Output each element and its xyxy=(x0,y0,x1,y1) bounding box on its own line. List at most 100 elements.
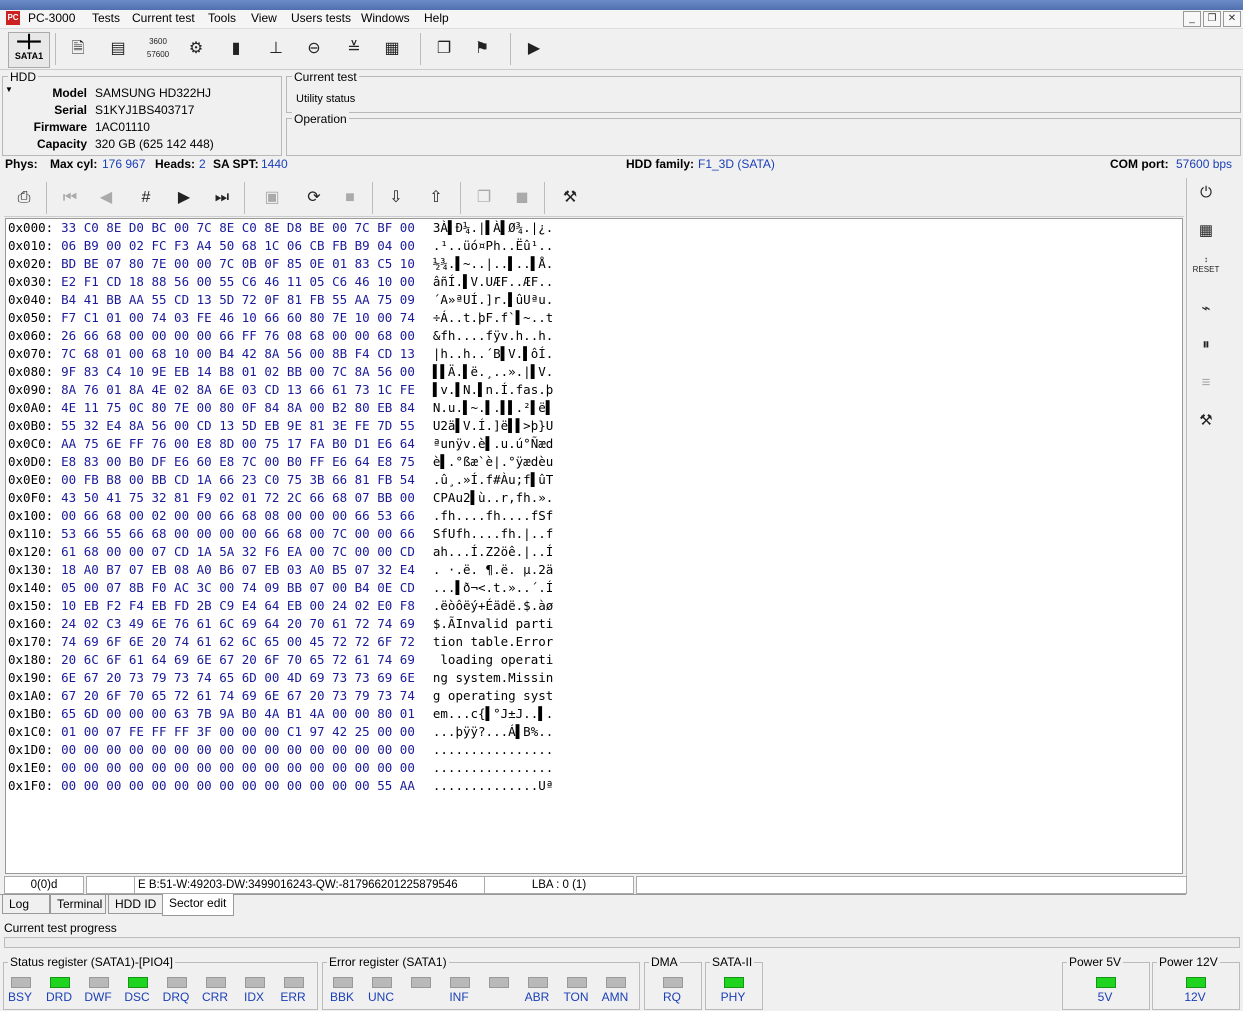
hex-row[interactable]: 0x090: 8A 76 01 8A 4E 02 8A 6E 03 CD 13 6… xyxy=(8,382,553,400)
hex-ascii[interactable]: è▌.°ßæ`è|.°ÿædèu xyxy=(433,454,553,469)
hex-row[interactable]: 0x030: E2 F1 CD 18 88 56 00 55 C6 46 11 0… xyxy=(8,274,553,292)
hex-bytes[interactable]: 4E 11 75 0C 80 7E 00 80 0F 84 8A 00 B2 8… xyxy=(61,400,415,415)
hex-bytes[interactable]: 7C 68 01 00 68 10 00 B4 42 8A 56 00 8B F… xyxy=(61,346,415,361)
hex-ascii[interactable]: ...þÿÿ?...Á▌B%.. xyxy=(433,724,553,739)
toolbar-more-arrow-icon[interactable]: ▶ xyxy=(520,35,548,63)
hex-bytes[interactable]: 06 B9 00 02 FC F3 A4 50 68 1C 06 CB FB B… xyxy=(61,238,415,253)
hex-row[interactable]: 0x1A0: 67 20 6F 70 65 72 61 74 69 6E 67 2… xyxy=(8,688,553,706)
baud-rate-icon[interactable]: 3600 57600 xyxy=(144,35,172,63)
sata-port-button[interactable]: ━╋━ SATA1 xyxy=(8,32,50,68)
hex-row[interactable]: 0x040: B4 41 BB AA 55 CD 13 5D 72 0F 81 F… xyxy=(8,292,553,310)
hex-bytes[interactable]: 01 00 07 FE FF FF 3F 00 00 00 C1 97 42 2… xyxy=(61,724,415,739)
hex-row[interactable]: 0x190: 6E 67 20 73 79 73 74 65 6D 00 4D 6… xyxy=(8,670,553,688)
hex-row[interactable]: 0x1B0: 65 6D 00 00 00 63 7B 9A B0 4A B1 4… xyxy=(8,706,553,724)
hex-bytes[interactable]: 65 6D 00 00 00 63 7B 9A B0 4A B1 4A 00 0… xyxy=(61,706,415,721)
hex-bytes[interactable]: E2 F1 CD 18 88 56 00 55 C6 46 11 05 C6 4… xyxy=(61,274,415,289)
save-disk-icon[interactable]: ▣ xyxy=(258,184,286,212)
power-toggle-icon[interactable]: ⏻ xyxy=(1192,180,1220,206)
hex-bytes[interactable]: 8A 76 01 8A 4E 02 8A 6E 03 CD 13 66 61 7… xyxy=(61,382,415,397)
pause-icon[interactable]: ⏸ xyxy=(1192,332,1220,358)
goto-sector-icon[interactable]: # xyxy=(132,184,160,212)
copy-icon[interactable]: ❐ xyxy=(470,184,498,212)
document-icon[interactable]: 🗎 xyxy=(64,35,92,63)
disk-read-icon[interactable]: ⊖ xyxy=(300,35,328,63)
next-sector-icon[interactable]: ▶ xyxy=(170,184,198,212)
restore-button[interactable]: ❐ xyxy=(1203,11,1221,27)
hex-row[interactable]: 0x110: 53 66 55 66 68 00 00 00 00 66 68 0… xyxy=(8,526,553,544)
hex-row[interactable]: 0x0F0: 43 50 41 75 32 81 F9 02 01 72 2C 6… xyxy=(8,490,553,508)
hex-row[interactable]: 0x1C0: 01 00 07 FE FF FF 3F 00 00 00 C1 9… xyxy=(8,724,553,742)
hex-ascii[interactable]: ................ xyxy=(433,760,553,775)
hex-bytes[interactable]: 00 00 00 00 00 00 00 00 00 00 00 00 00 0… xyxy=(61,742,415,757)
hex-ascii[interactable]: .fh....fh....fSf xyxy=(433,508,553,523)
minimize-button[interactable]: _ xyxy=(1183,11,1201,27)
side-tools-icon[interactable]: ⚒ xyxy=(1192,408,1220,434)
tools-icon[interactable]: ⚒ xyxy=(556,184,584,212)
tab-terminal[interactable]: Terminal xyxy=(50,895,106,914)
board-icon[interactable]: ▦ xyxy=(1192,218,1220,244)
menu-users-tests[interactable]: Users tests xyxy=(291,11,351,25)
hex-row[interactable]: 0x0A0: 4E 11 75 0C 80 7E 00 80 0F 84 8A 0… xyxy=(8,400,553,418)
hex-ascii[interactable]: CPAu2▌ù..r,fh.». xyxy=(433,490,553,505)
hex-bytes[interactable]: 55 32 E4 8A 56 00 CD 13 5D EB 9E 81 3E F… xyxy=(61,418,415,433)
hex-row[interactable]: 0x020: BD BE 07 80 7E 00 00 7C 0B 0F 85 0… xyxy=(8,256,553,274)
hex-ascii[interactable]: em...c{▌°J±J..▌. xyxy=(433,706,553,721)
hex-ascii[interactable]: SfUfh....fh.|..f xyxy=(433,526,553,541)
stop-icon[interactable]: ■ xyxy=(336,184,364,212)
hex-editor[interactable]: 0x000: 33 C0 8E D0 BC 00 7C 8E C0 8E D8 B… xyxy=(5,218,1183,874)
hex-bytes[interactable]: 6E 67 20 73 79 73 74 65 6D 00 4D 69 73 7… xyxy=(61,670,415,685)
hex-ascii[interactable]: ÷Á..t.þF.f`▌~..t xyxy=(433,310,553,325)
hex-ascii[interactable]: tion table.Error xyxy=(433,634,553,649)
tab-log[interactable]: Log xyxy=(2,895,50,914)
hex-bytes[interactable]: 00 FB B8 00 BB CD 1A 66 23 C0 75 3B 66 8… xyxy=(61,472,415,487)
head-icon[interactable]: ⊥ xyxy=(262,35,290,63)
hex-ascii[interactable]: ´A»ªUÍ.]r.▌ûUªu. xyxy=(433,292,553,307)
hex-bytes[interactable]: 18 A0 B7 07 EB 08 A0 B6 07 EB 03 A0 B5 0… xyxy=(61,562,415,577)
hex-ascii[interactable]: ................ xyxy=(433,742,553,757)
open-sector-icon[interactable]: ⎙ xyxy=(10,184,38,212)
hex-bytes[interactable]: 43 50 41 75 32 81 F9 02 01 72 2C 66 68 0… xyxy=(61,490,415,505)
hex-bytes[interactable]: 26 66 68 00 00 00 00 66 FF 76 08 68 00 0… xyxy=(61,328,415,343)
hex-ascii[interactable]: ªunÿv.è▌.u.ú°Ñæd xyxy=(433,436,553,451)
hex-bytes[interactable]: 20 6C 6F 61 64 69 6E 67 20 6F 70 65 72 6… xyxy=(61,652,415,667)
hex-ascii[interactable]: $.ÃInvalid parti xyxy=(433,616,553,631)
gear-drive-icon[interactable]: ⚙ xyxy=(182,35,210,63)
hex-ascii[interactable]: &fh....fÿv.h..h. xyxy=(433,328,553,343)
hex-ascii[interactable]: ▌v.▌N.▌n.Í.fas.þ xyxy=(433,382,553,397)
hex-row[interactable]: 0x130: 18 A0 B7 07 EB 08 A0 B6 07 EB 03 A… xyxy=(8,562,553,580)
windows-cascade-icon[interactable]: ❐ xyxy=(430,35,458,63)
spindle-icon[interactable]: ≚ xyxy=(340,35,368,63)
hex-row[interactable]: 0x180: 20 6C 6F 61 64 69 6E 67 20 6F 70 6… xyxy=(8,652,553,670)
hex-bytes[interactable]: 53 66 55 66 68 00 00 00 00 66 68 00 7C 0… xyxy=(61,526,415,541)
hex-row[interactable]: 0x170: 74 69 6F 6E 20 74 61 62 6C 65 00 4… xyxy=(8,634,553,652)
prev-sector-icon[interactable]: ◀ xyxy=(92,184,120,212)
hex-row[interactable]: 0x070: 7C 68 01 00 68 10 00 B4 42 8A 56 0… xyxy=(8,346,553,364)
menu-tests[interactable]: Tests xyxy=(92,11,120,25)
hex-ascii[interactable]: U2ä▌V.Í.]ë▌▌>þ}U xyxy=(433,418,553,433)
hex-bytes[interactable]: 05 00 07 8B F0 AC 3C 00 74 09 BB 07 00 B… xyxy=(61,580,415,595)
hex-row[interactable]: 0x050: F7 C1 01 00 74 03 FE 46 10 66 60 8… xyxy=(8,310,553,328)
hex-ascii[interactable]: âñÍ.▌V.UÆF..ÆF.. xyxy=(433,274,553,289)
menu-view[interactable]: View xyxy=(251,11,277,25)
hex-ascii[interactable]: . ·.ë. ¶.ë. µ.2ä xyxy=(433,562,553,577)
drive-settings-icon[interactable]: ▤ xyxy=(104,35,132,63)
hex-bytes[interactable]: AA 75 6E FF 76 00 E8 8D 00 75 17 FA B0 D… xyxy=(61,436,415,451)
hex-bytes[interactable]: B4 41 BB AA 55 CD 13 5D 72 0F 81 FB 55 A… xyxy=(61,292,415,307)
hex-ascii[interactable]: 3À▌Ð¼.|▌À▌Ø¾.|¿. xyxy=(433,220,553,235)
hex-row[interactable]: 0x0B0: 55 32 E4 8A 56 00 CD 13 5D EB 9E 8… xyxy=(8,418,553,436)
hex-ascii[interactable]: .¹..üó¤Ph..Ëû¹.. xyxy=(433,238,553,253)
read-from-drive-icon[interactable]: ⇩ xyxy=(382,184,410,212)
hex-ascii[interactable]: ½¾.▌~..|..▌..▌Å. xyxy=(433,256,553,271)
hex-row[interactable]: 0x060: 26 66 68 00 00 00 00 66 FF 76 08 6… xyxy=(8,328,553,346)
hex-row[interactable]: 0x150: 10 EB F2 F4 EB FD 2B C9 E4 64 EB 0… xyxy=(8,598,553,616)
hex-ascii[interactable]: |h..h..´B▌V.▌ôÍ. xyxy=(433,346,553,361)
hex-row[interactable]: 0x100: 00 66 68 00 02 00 00 66 68 08 00 0… xyxy=(8,508,553,526)
menu-current-test[interactable]: Current test xyxy=(132,11,195,25)
hex-bytes[interactable]: BD BE 07 80 7E 00 00 7C 0B 0F 85 0E 01 8… xyxy=(61,256,415,271)
hex-ascii[interactable]: N.u.▌~.▌.▌▌.²▌ë▌ xyxy=(433,400,553,415)
hex-bytes[interactable]: 24 02 C3 49 6E 76 61 6C 69 64 20 70 61 7… xyxy=(61,616,415,631)
hex-ascii[interactable]: ah...Í.Z2öê.|..Í xyxy=(433,544,553,559)
hex-row[interactable]: 0x0D0: E8 83 00 B0 DF E6 60 E8 7C 00 B0 F… xyxy=(8,454,553,472)
hex-bytes[interactable]: E8 83 00 B0 DF E6 60 E8 7C 00 B0 FF E6 6… xyxy=(61,454,415,469)
hex-ascii[interactable]: ..............Uª xyxy=(433,778,553,793)
